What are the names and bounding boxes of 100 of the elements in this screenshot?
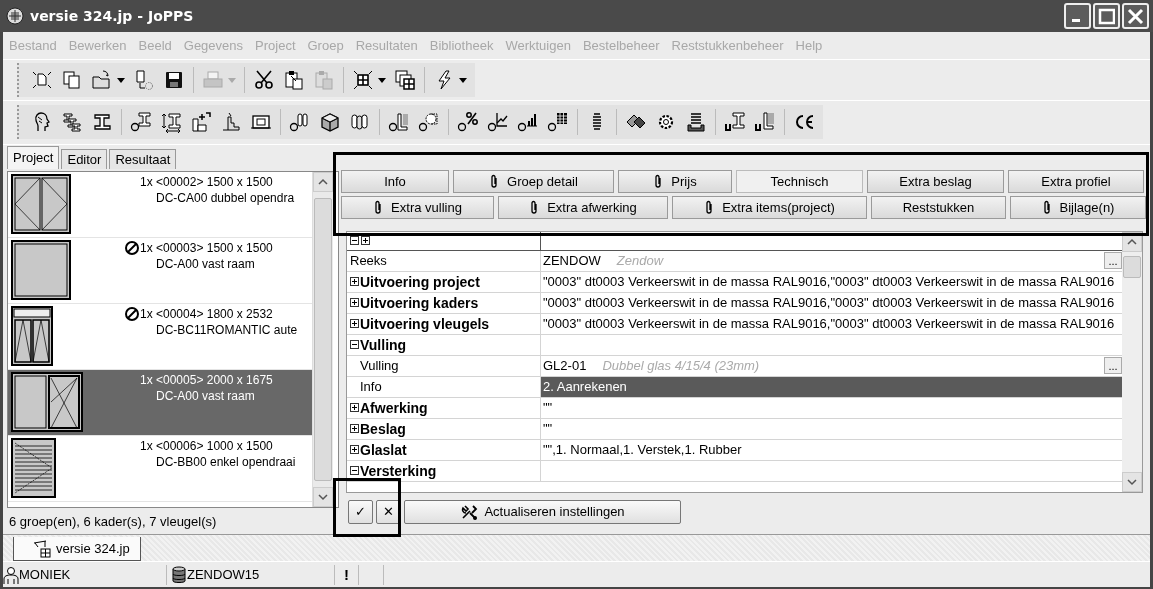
- item-header: 1x <00002> 1500 x 1500: [140, 173, 273, 190]
- expand-icon[interactable]: [350, 445, 359, 455]
- list-item[interactable]: 1x <00004> 1800 x 2532 DC-BC11ROMANTIC aute: [8, 303, 312, 370]
- list-item[interactable]: 1x <00005> 2000 x 1675 DC-A00 vast raam: [8, 369, 312, 436]
- window-drawing: [11, 305, 53, 366]
- spring-icon[interactable]: [685, 111, 707, 134]
- item-header: 1x <00004> 1800 x 2532: [140, 305, 273, 322]
- roll-coin-icon[interactable]: [418, 111, 440, 134]
- percent-icon[interactable]: [457, 111, 479, 134]
- property-value: "": [543, 400, 553, 416]
- update-settings-button[interactable]: Actualiseren instellingen: [404, 499, 681, 524]
- collapse-all-icon[interactable]: [350, 236, 359, 246]
- scroll-thumb[interactable]: [1123, 256, 1141, 278]
- property-row[interactable]: Versterking: [347, 460, 1122, 482]
- expand-icon[interactable]: [350, 319, 359, 329]
- property-hint: Zendow: [616, 253, 664, 269]
- collapse-icon[interactable]: [350, 340, 359, 350]
- confirm-button[interactable]: ✓: [348, 499, 373, 524]
- detail-tab[interactable]: Extra afwerking: [498, 195, 668, 219]
- ellipsis-button[interactable]: ...: [1104, 252, 1122, 270]
- folder-icon[interactable]: [91, 68, 113, 91]
- scrollbar[interactable]: [312, 171, 333, 507]
- expand-icon[interactable]: [350, 277, 359, 287]
- property-row[interactable]: Uitvoering project "0003" dt0003 Verkeerswit in de massa RAL9016,"0003" dt0003 Verkeerswit in de massa RAL9016: [347, 271, 1122, 293]
- property-row[interactable]: Vulling: [347, 334, 1122, 356]
- table-icon[interactable]: [547, 111, 569, 134]
- close-button[interactable]: [1122, 3, 1149, 29]
- property-row[interactable]: Beslag "": [347, 418, 1122, 440]
- beam-coin-icon[interactable]: [130, 111, 152, 134]
- property-row[interactable]: Glaslat "",1. Normaal,1. Verstek,1. Rubber: [347, 439, 1122, 461]
- bar-chart-icon[interactable]: [517, 111, 539, 134]
- property-name: Vulling: [360, 358, 399, 374]
- item-header: 1x <00003> 1500 x 1500: [140, 239, 273, 256]
- detail-tab[interactable]: Reststukken: [871, 195, 1006, 219]
- detail-tab[interactable]: Prijs: [618, 169, 732, 193]
- expand-all-icon[interactable]: [361, 236, 370, 246]
- item-name: DC-BB00 enkel opendraai: [155, 453, 296, 470]
- scrollbar[interactable]: [1122, 231, 1142, 492]
- copy-icon[interactable]: [61, 68, 83, 91]
- detail-tab[interactable]: Extra profiel: [1008, 169, 1144, 193]
- page-arrow-icon[interactable]: [133, 68, 155, 91]
- clipboard-icon[interactable]: [283, 68, 305, 91]
- property-row[interactable]: Afwerking "": [347, 397, 1122, 419]
- user-name: MONIEK: [19, 567, 71, 582]
- property-value: "0003" dt0003 Verkeerswit in de massa RAL9016,"0003" dt0003 Verkeerswit in de massa RAL9016: [543, 295, 1115, 311]
- corner-plus-icon[interactable]: [190, 111, 212, 134]
- cube-icon[interactable]: [319, 111, 341, 134]
- user-icon: [3, 565, 19, 584]
- property-name: Uitvoering kaders: [360, 294, 479, 311]
- property-value: "",1. Normaal,1. Verstek,1. Rubber: [543, 442, 742, 458]
- expand-icon[interactable]: [350, 424, 359, 434]
- ellipsis-button[interactable]: ...: [1104, 357, 1122, 375]
- scroll-down-button[interactable]: [1122, 471, 1142, 492]
- expand-icon[interactable]: [350, 403, 359, 413]
- app-icon: [6, 7, 24, 25]
- grid-icon[interactable]: [352, 68, 374, 91]
- detail-tab[interactable]: Extra beslag: [867, 169, 1004, 193]
- window-drawing: [11, 437, 56, 498]
- detail-tab[interactable]: Extra vulling: [341, 195, 494, 219]
- beam-arrows-icon[interactable]: [160, 111, 182, 134]
- item-name: DC-A00 vast raam: [155, 387, 256, 404]
- property-row[interactable]: Vulling GL2-01 Dubbel glas 4/15/4 (23mm) ...: [347, 355, 1122, 377]
- l-profile-coin-icon[interactable]: [388, 111, 410, 134]
- rollers-coin-icon[interactable]: [289, 111, 311, 134]
- property-name: Uitvoering vleugels: [360, 315, 490, 332]
- maximize-button[interactable]: [1093, 3, 1120, 29]
- scroll-thumb[interactable]: [314, 197, 332, 481]
- detail-tab[interactable]: Info: [341, 169, 449, 193]
- property-row[interactable]: Uitvoering vleugels "0003" dt0003 Verkeerswit in de massa RAL9016,"0003" dt0003 Verkeerswit in de massa RAL9016: [347, 313, 1122, 335]
- detail-tab[interactable]: Extra items(project): [672, 195, 867, 219]
- panel-tab[interactable]: Editor: [61, 148, 108, 169]
- property-row[interactable]: Reeks ZENDOW Zendow ...: [347, 250, 1122, 272]
- minimize-icon: [1072, 19, 1080, 22]
- detail-tab[interactable]: Technisch: [736, 169, 863, 193]
- u-beam-icon[interactable]: [724, 111, 746, 134]
- window-drawing: [11, 239, 71, 300]
- property-row[interactable]: Uitvoering kaders "0003" dt0003 Verkeerswit in de massa RAL9016,"0003" dt0003 Verkeerswit in de massa RAL9016: [347, 292, 1122, 314]
- document-tab[interactable]: versie 324.jp: [13, 537, 141, 562]
- property-name: Afwerking: [360, 399, 428, 416]
- detail-tab[interactable]: Groep detail: [453, 169, 614, 193]
- property-name: Beslag: [360, 420, 406, 437]
- u-l-profile-icon[interactable]: [754, 111, 776, 134]
- minimize-button[interactable]: [1064, 3, 1091, 29]
- beam-stack-icon[interactable]: [61, 111, 83, 134]
- list-item[interactable]: 1x <00006> 1000 x 1500 DC-BB00 enkel opendraai: [8, 435, 312, 502]
- collapse-icon[interactable]: [350, 466, 359, 476]
- detail-tab[interactable]: Bijlage(n): [1010, 195, 1146, 219]
- list-item[interactable]: 1x <00002> 1500 x 1500 DC-CA00 dubbel opendra: [8, 171, 312, 238]
- list-item[interactable]: 1x <00003> 1500 x 1500 DC-A00 vast raam: [8, 237, 312, 304]
- line-chart-icon[interactable]: [487, 111, 509, 134]
- panel-tab[interactable]: Project: [7, 145, 60, 169]
- panel-tab[interactable]: Resultaat: [109, 148, 177, 169]
- expand-icon[interactable]: [350, 298, 359, 308]
- item-name: DC-BC11ROMANTIC aute: [155, 321, 298, 338]
- item-name: DC-A00 vast raam: [155, 255, 256, 272]
- property-name: Reeks: [350, 253, 387, 269]
- stacked-grid-icon[interactable]: [394, 68, 416, 91]
- scissors-icon[interactable]: [253, 68, 275, 91]
- stairs-icon[interactable]: [220, 111, 242, 134]
- close-icon: [1127, 7, 1144, 25]
